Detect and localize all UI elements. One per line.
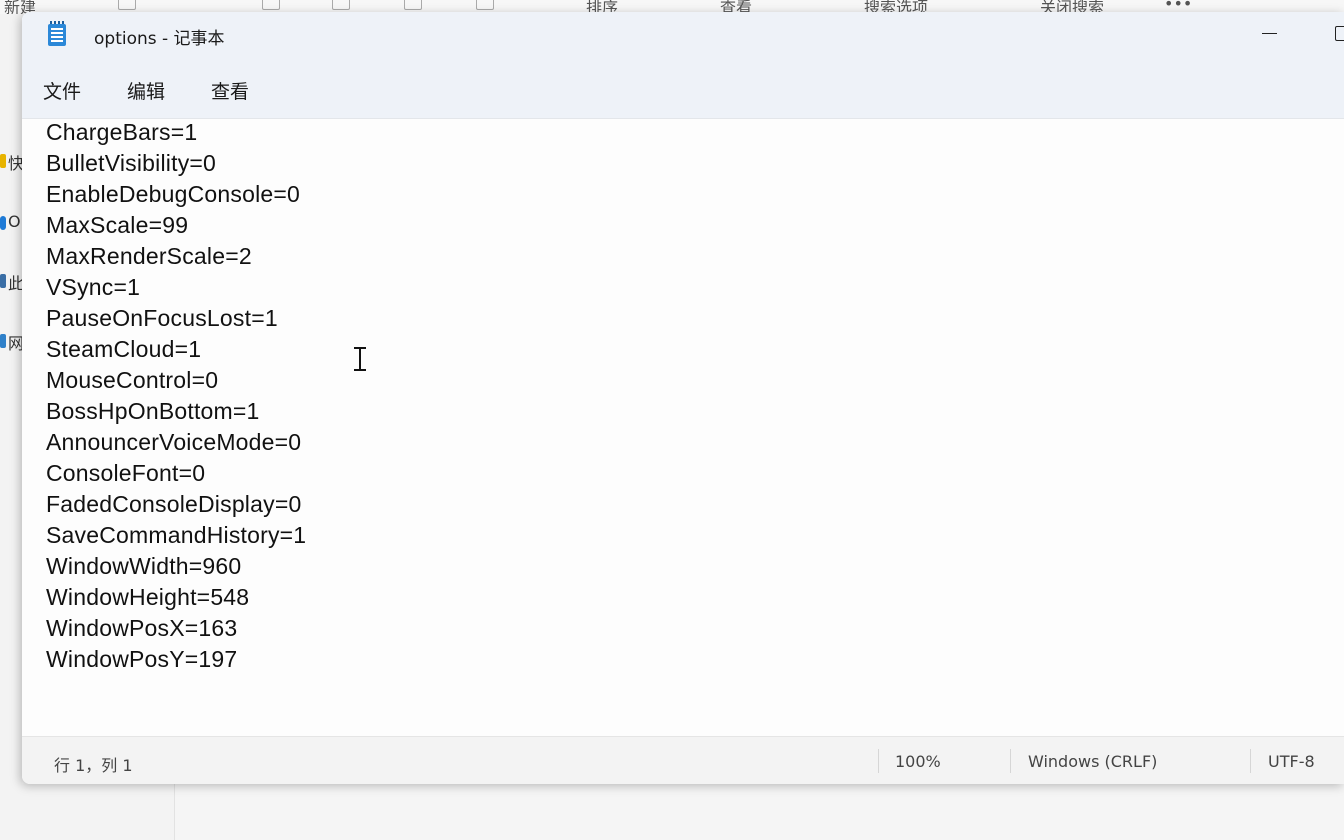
text-line[interactable]: ConsoleFont=0 <box>46 458 1326 489</box>
text-line[interactable]: MaxScale=99 <box>46 210 1326 241</box>
text-line[interactable]: FadedConsoleDisplay=0 <box>46 489 1326 520</box>
text-line[interactable]: VSync=1 <box>46 272 1326 303</box>
text-line[interactable]: BossHpOnBottom=1 <box>46 396 1326 427</box>
text-line[interactable]: SteamCloud=1 <box>46 334 1326 365</box>
explorer-sidebar: 快 O 此 网 <box>0 14 24 840</box>
text-line[interactable]: EnableDebugConsole=0 <box>46 179 1326 210</box>
cursor-position: 行 1，列 1 <box>54 756 133 775</box>
text-line[interactable]: WindowWidth=960 <box>46 551 1326 582</box>
zoom-level: 100% <box>895 752 941 771</box>
title-bar[interactable]: options - 记事本 <box>22 12 1344 60</box>
cloud-icon <box>0 216 6 230</box>
delete-icon[interactable] <box>476 0 494 10</box>
line-ending: Windows (CRLF) <box>1028 752 1158 771</box>
text-cursor-icon <box>354 347 366 371</box>
notepad-icon <box>48 21 66 46</box>
menu-view[interactable]: 查看 <box>211 77 249 104</box>
network-icon <box>0 334 6 348</box>
share-icon[interactable] <box>404 0 422 10</box>
paste-icon[interactable] <box>262 0 280 10</box>
text-line[interactable]: AnnouncerVoiceMode=0 <box>46 427 1326 458</box>
cut-icon[interactable] <box>118 0 136 10</box>
star-icon <box>0 154 6 168</box>
text-line[interactable]: MouseControl=0 <box>46 365 1326 396</box>
sidebar-item-onedrive[interactable]: O <box>8 212 21 231</box>
text-line[interactable]: WindowPosY=197 <box>46 644 1326 675</box>
explorer-lower-pane <box>0 784 175 840</box>
maximize-button[interactable] <box>1312 12 1344 54</box>
text-line[interactable]: ChargeBars=1 <box>46 119 1326 148</box>
encoding: UTF-8 <box>1268 752 1315 771</box>
status-bar: 行 1，列 1 100% Windows (CRLF) UTF-8 <box>22 736 1344 784</box>
text-line[interactable]: PauseOnFocusLost=1 <box>46 303 1326 334</box>
menu-bar: 文件 编辑 查看 <box>22 60 1344 119</box>
status-divider <box>1010 749 1011 773</box>
text-line[interactable]: WindowHeight=548 <box>46 582 1326 613</box>
text-editor[interactable]: ChargeBars=1 BulletVisibility=0 EnableDe… <box>22 119 1344 736</box>
menu-file[interactable]: 文件 <box>43 77 81 104</box>
minimize-button[interactable] <box>1246 12 1292 54</box>
text-line[interactable]: SaveCommandHistory=1 <box>46 520 1326 551</box>
text-line[interactable]: BulletVisibility=0 <box>46 148 1326 179</box>
notepad-window: options - 记事本 文件 编辑 查看 ChargeBars=1 Bull… <box>22 12 1344 784</box>
window-title: options - 记事本 <box>94 29 225 49</box>
text-line[interactable]: WindowPosX=163 <box>46 613 1326 644</box>
pc-icon <box>0 274 6 288</box>
rename-icon[interactable] <box>332 0 350 10</box>
menu-edit[interactable]: 编辑 <box>127 77 165 104</box>
status-divider <box>878 749 879 773</box>
status-divider <box>1250 749 1251 773</box>
text-line[interactable]: MaxRenderScale=2 <box>46 241 1326 272</box>
editor-content[interactable]: ChargeBars=1 BulletVisibility=0 EnableDe… <box>46 119 1326 675</box>
